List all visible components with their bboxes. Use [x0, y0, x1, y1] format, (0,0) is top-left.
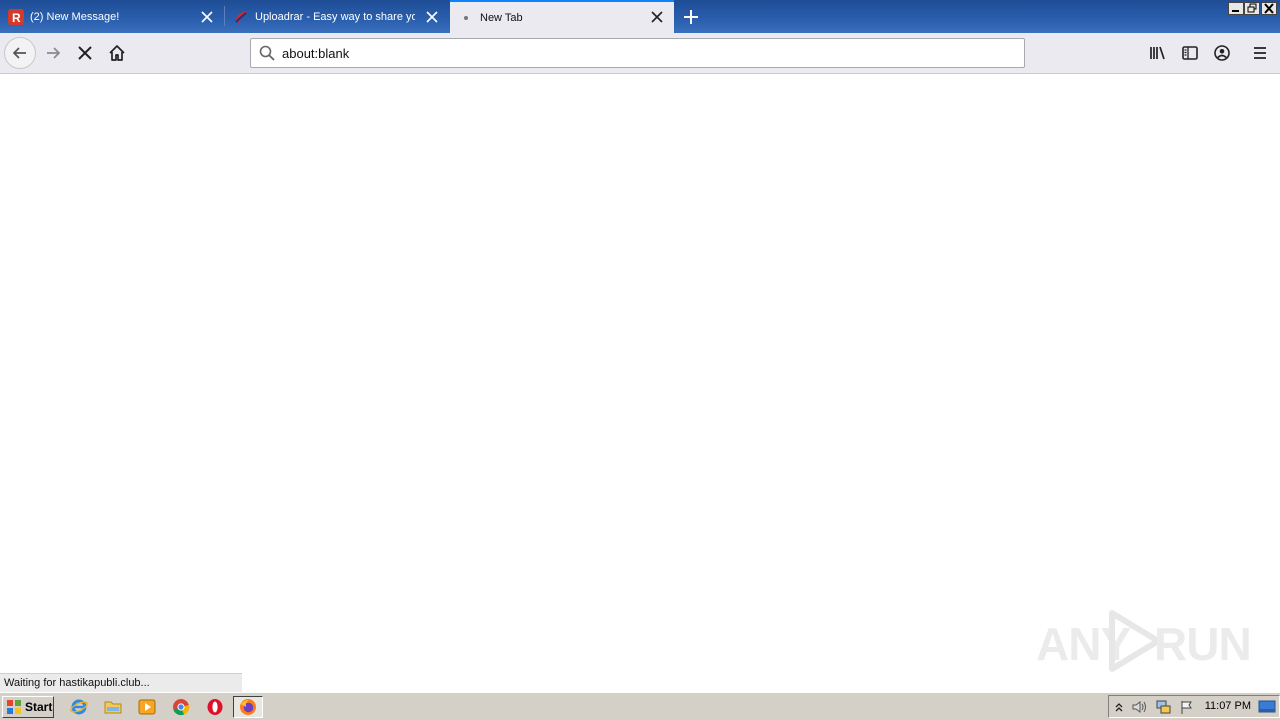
- forward-button[interactable]: [37, 37, 69, 69]
- search-icon: [259, 45, 275, 61]
- sidebar-icon: [1182, 46, 1198, 60]
- close-icon: [1264, 3, 1274, 14]
- stop-button[interactable]: [69, 37, 101, 69]
- account-button[interactable]: [1206, 37, 1238, 69]
- tab-new-tab[interactable]: New Tab: [450, 0, 674, 33]
- taskbar-media-player[interactable]: [136, 696, 158, 718]
- stop-x-icon: [78, 46, 92, 60]
- taskbar-firefox[interactable]: [233, 696, 263, 718]
- chrome-icon: [173, 699, 190, 716]
- taskbar: Start 11:07 PM: [0, 692, 1280, 720]
- clock[interactable]: 11:07 PM: [1205, 700, 1251, 712]
- status-bar: Waiting for hastikapubli.club...: [0, 673, 242, 692]
- minimize-button[interactable]: [1228, 2, 1244, 15]
- taskbar-chrome[interactable]: [170, 696, 192, 718]
- tab-title: Uploadrar - Easy way to share your: [255, 11, 415, 23]
- tab-uploadrar[interactable]: Uploadrar - Easy way to share your: [225, 1, 449, 33]
- minimize-icon: [1232, 10, 1239, 12]
- taskbar-ie[interactable]: [68, 696, 90, 718]
- page-content: ANY RUN Waiting for hastikapubli.club...: [0, 74, 1280, 692]
- arrow-right-icon: [47, 47, 61, 59]
- home-button[interactable]: [101, 37, 133, 69]
- svg-text:R: R: [12, 11, 21, 25]
- close-icon[interactable]: [425, 10, 439, 24]
- volume-icon[interactable]: [1131, 699, 1149, 715]
- uploadrar-icon: [235, 11, 247, 23]
- opera-icon: [207, 699, 223, 715]
- start-button[interactable]: Start: [2, 696, 54, 718]
- account-icon: [1214, 45, 1230, 61]
- tab-new-message[interactable]: R (2) New Message!: [0, 1, 224, 33]
- hamburger-menu-icon: [1254, 47, 1266, 59]
- action-center-flag-icon[interactable]: [1179, 699, 1195, 715]
- start-label: Start: [25, 700, 53, 714]
- url-input[interactable]: [282, 43, 1002, 63]
- watermark-text-right: RUN: [1154, 618, 1252, 670]
- ie-icon: [70, 699, 88, 715]
- close-icon[interactable]: [200, 10, 214, 24]
- loading-dot-icon: [464, 15, 468, 20]
- address-bar[interactable]: [250, 38, 1025, 68]
- window-close-button[interactable]: [1261, 2, 1277, 15]
- tab-title: (2) New Message!: [30, 11, 120, 23]
- arrow-left-icon: [12, 47, 26, 59]
- explorer-folder-icon: [104, 701, 122, 714]
- home-icon: [109, 45, 125, 61]
- sidebar-button[interactable]: [1174, 37, 1206, 69]
- restore-icon: [1247, 3, 1257, 13]
- media-player-icon: [138, 699, 156, 715]
- tab-strip: R (2) New Message! Uploadrar - Easy way …: [0, 0, 1280, 33]
- library-icon: [1150, 46, 1165, 60]
- show-desktop-icon[interactable]: [1258, 700, 1276, 714]
- restore-button[interactable]: [1244, 2, 1260, 15]
- rambler-r-icon: R: [8, 9, 24, 25]
- menu-button[interactable]: [1244, 37, 1276, 69]
- taskbar-opera[interactable]: [204, 696, 226, 718]
- network-icon[interactable]: [1155, 699, 1173, 715]
- firefox-icon: [240, 699, 256, 715]
- navigation-toolbar: [0, 33, 1280, 74]
- anyrun-watermark: ANY RUN: [1036, 609, 1252, 679]
- library-button[interactable]: [1142, 37, 1174, 69]
- taskbar-explorer[interactable]: [102, 696, 124, 718]
- show-hidden-icons-icon[interactable]: [1113, 700, 1125, 714]
- back-button[interactable]: [4, 37, 36, 69]
- windows-logo-icon: [7, 700, 21, 714]
- tab-title: New Tab: [480, 11, 523, 24]
- close-icon[interactable]: [650, 10, 664, 24]
- new-tab-plus-icon[interactable]: [681, 7, 701, 27]
- system-tray: 11:07 PM: [1108, 695, 1280, 718]
